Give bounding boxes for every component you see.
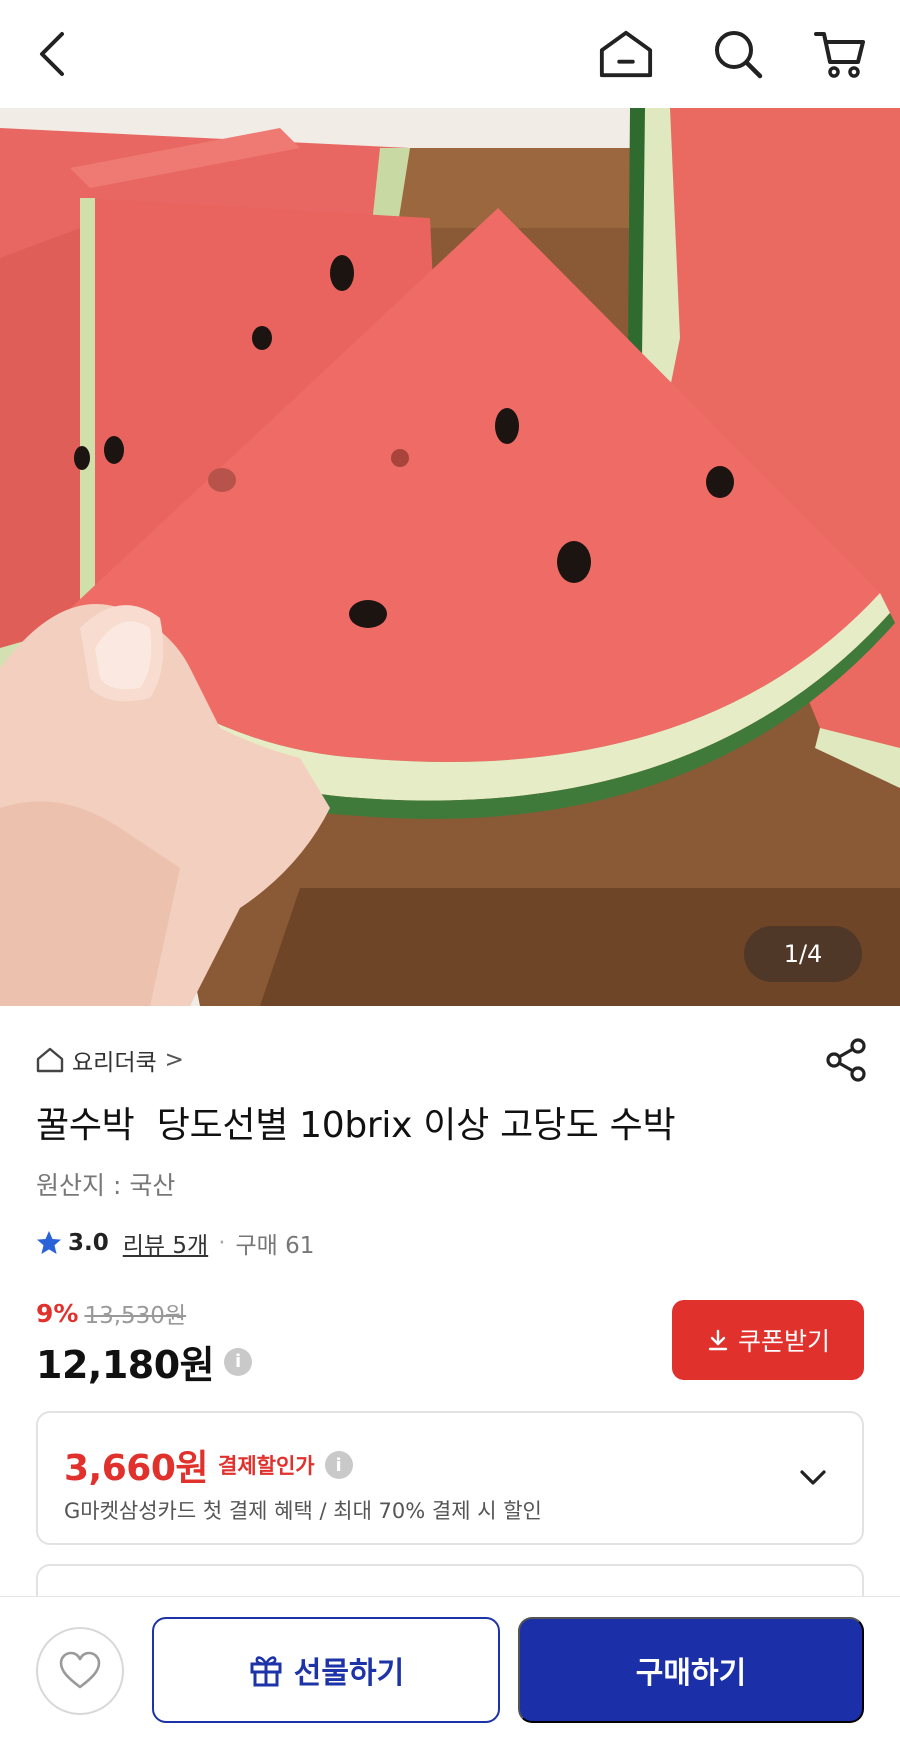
top-navigation-bar <box>0 0 900 108</box>
store-name: 요리더쿡 <box>72 1050 157 1076</box>
payment-discount-description: G마켓삼성카드 첫 결제 혜택 / 최대 70% 결제 시 할인 <box>64 1499 542 1523</box>
bottom-action-bar: 선물하기 구매하기 <box>0 1596 900 1741</box>
coupon-download-button[interactable]: 쿠폰받기 <box>672 1300 864 1380</box>
buy-button[interactable]: 구매하기 <box>518 1617 864 1723</box>
image-counter: 1/4 <box>744 926 862 982</box>
chevron-right-icon: > <box>164 1047 184 1073</box>
original-price: 13,530원 <box>84 1303 187 1329</box>
cart-button[interactable] <box>812 26 868 82</box>
payment-discount-label: 결제할인가 <box>218 1454 315 1478</box>
price-row: 12,180원 i <box>36 1334 253 1389</box>
heart-icon <box>59 1651 101 1689</box>
store-home-icon <box>36 1047 64 1073</box>
payment-info-icon[interactable]: i <box>324 1451 353 1479</box>
rating-summary: 3.0 리뷰 5개 · 구매 61 <box>36 1226 314 1260</box>
cart-icon <box>814 32 865 78</box>
discount-rate: 9% <box>36 1298 79 1328</box>
price-info-icon[interactable]: i <box>224 1347 253 1376</box>
rating-score: 3.0 <box>68 1230 109 1256</box>
separator-dot: · <box>218 1230 226 1256</box>
back-button[interactable] <box>26 26 82 82</box>
purchase-count: 구매 61 <box>235 1233 315 1259</box>
review-link[interactable]: 리뷰 5개 <box>123 1226 208 1260</box>
share-icon <box>826 1038 866 1082</box>
share-button[interactable] <box>822 1036 870 1084</box>
download-icon <box>708 1329 728 1351</box>
discount-row: 9% 13,530원 <box>36 1296 186 1330</box>
chevron-down-icon[interactable] <box>794 1459 832 1497</box>
gift-icon <box>250 1656 282 1687</box>
sale-price: 12,180원 <box>36 1343 215 1387</box>
wishlist-button[interactable] <box>36 1627 124 1715</box>
store-link[interactable]: 요리더쿡 > <box>36 1043 184 1077</box>
home-icon <box>599 30 653 78</box>
product-origin: 원산지 : 국산 <box>36 1171 176 1200</box>
coupon-button-label: 쿠폰받기 <box>737 1328 830 1356</box>
payment-discount-price: 3,660원 <box>64 1448 209 1489</box>
star-icon <box>37 1231 61 1254</box>
product-photo <box>0 108 900 1006</box>
search-button[interactable] <box>710 26 766 82</box>
payment-discount-card[interactable]: 3,660원 결제할인가 i G마켓삼성카드 첫 결제 혜택 / 최대 70% … <box>36 1411 864 1545</box>
gift-button-label: 선물하기 <box>293 1657 405 1690</box>
home-button[interactable] <box>598 26 654 82</box>
product-image-gallery[interactable]: 1/4 <box>0 108 900 1006</box>
chevron-left-icon <box>40 32 64 76</box>
product-title: 꿀수박 당도선별 10brix 이상 고당도 수박 <box>36 1105 676 1146</box>
search-icon <box>715 31 763 79</box>
buy-button-label: 구매하기 <box>635 1657 747 1690</box>
gift-button[interactable]: 선물하기 <box>152 1617 500 1723</box>
